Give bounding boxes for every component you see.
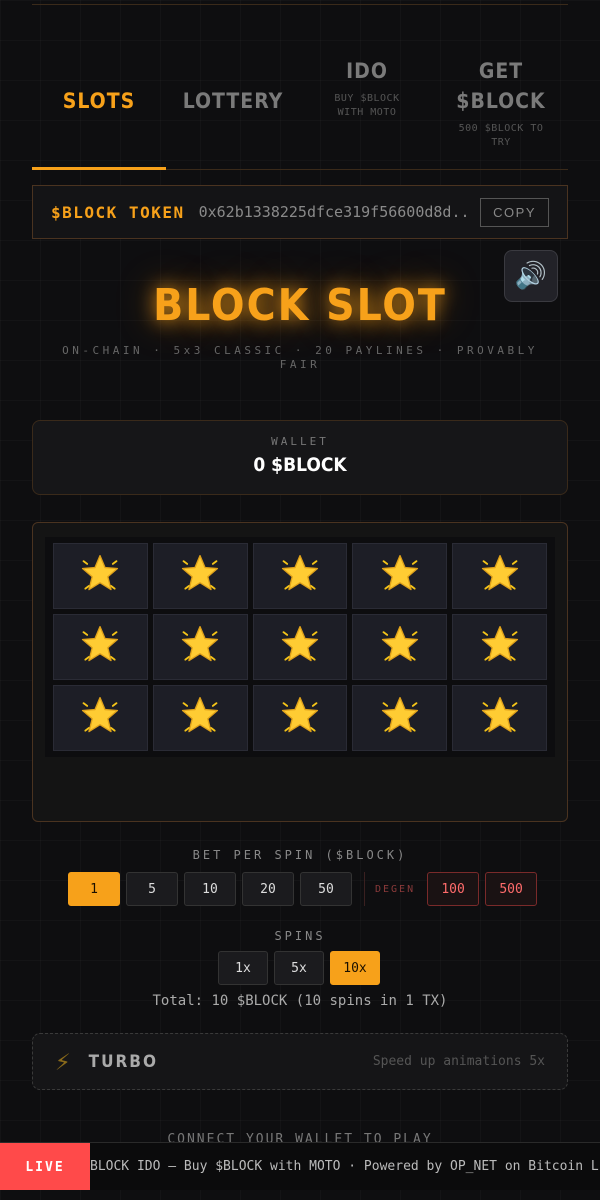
ticker-text: BLOCK IDO — Buy $BLOCK with MOTO · Power… (90, 1159, 600, 1174)
main-tabs: SLOTS LOTTERY IDO BUY $BLOCK WITH MOTO G… (32, 56, 568, 170)
star-icon (178, 623, 222, 671)
tab-lottery-label: LOTTERY (182, 89, 284, 113)
bet-option-100[interactable]: 100 (427, 872, 480, 906)
tab-get-block[interactable]: GET $BLOCK 500 $BLOCK TO TRY (434, 56, 568, 169)
tab-slots[interactable]: SLOTS (32, 56, 166, 170)
tab-slots-label: SLOTS (62, 89, 136, 113)
tab-ido[interactable]: IDO BUY $BLOCK WITH MOTO (300, 56, 434, 169)
turbo-label: TURBO (88, 1051, 158, 1072)
copy-address-button[interactable]: COPY (480, 197, 549, 227)
reel-grid (45, 537, 555, 757)
star-icon (178, 694, 222, 742)
spins-option-10x[interactable]: 10x (330, 951, 380, 985)
bet-option-50[interactable]: 50 (300, 872, 352, 906)
turbo-toggle[interactable]: ⚡ TURBO Speed up animations 5x (32, 1033, 568, 1090)
bet-option-10[interactable]: 10 (184, 872, 236, 906)
star-icon (378, 694, 422, 742)
reel-cell (252, 614, 348, 680)
degen-label: DEGEN (375, 883, 416, 895)
bet-divider (364, 872, 365, 906)
slot-machine (32, 522, 568, 822)
spin-total: Total: 10 $BLOCK (10 spins in 1 TX) (152, 993, 448, 1009)
reel-cell (452, 685, 547, 751)
spins-selector: 1x 5x 10x (218, 951, 386, 985)
bet-option-20[interactable]: 20 (242, 872, 294, 906)
token-label: $BLOCK TOKEN (51, 202, 185, 222)
tab-get-block-sub: 500 $BLOCK TO TRY (458, 123, 544, 148)
bet-label: BET PER SPIN ($BLOCK) (192, 848, 408, 862)
reel-cell (53, 543, 148, 609)
reel-cell (53, 614, 148, 680)
spins-option-1x[interactable]: 1x (218, 951, 268, 985)
star-icon (478, 552, 522, 600)
star-icon (78, 694, 122, 742)
tab-get-block-label: GET $BLOCK (456, 59, 546, 113)
spins-label: SPINS (274, 929, 326, 943)
reel-cell (352, 543, 448, 609)
star-icon (78, 552, 122, 600)
star-icon (378, 552, 422, 600)
reel-cell (152, 614, 248, 680)
tab-lottery[interactable]: LOTTERY (166, 56, 300, 169)
star-icon (278, 623, 322, 671)
tab-ido-label: IDO (346, 59, 388, 83)
token-info-bar: $BLOCK TOKEN 0x62b1338225dfce319f56600d8… (32, 185, 568, 239)
page-subtitle: ON-CHAIN · 5x3 CLASSIC · 20 PAYLINES · P… (62, 344, 538, 371)
active-tab-indicator (32, 167, 166, 170)
star-icon (478, 623, 522, 671)
star-icon (478, 694, 522, 742)
bet-option-5[interactable]: 5 (126, 872, 178, 906)
live-badge: LIVE (0, 1143, 90, 1190)
reel-cell (252, 543, 348, 609)
reel-cell (352, 685, 448, 751)
top-divider (32, 4, 568, 5)
reel-cell (53, 685, 148, 751)
bet-selector: 1 5 10 20 50 DEGEN 100 500 (68, 872, 543, 906)
wallet-label: WALLET (271, 435, 329, 448)
tab-ido-sub: BUY $BLOCK WITH MOTO (334, 93, 400, 118)
lightning-icon: ⚡ (55, 1046, 71, 1077)
news-ticker: LIVE BLOCK IDO — Buy $BLOCK with MOTO · … (0, 1142, 600, 1190)
star-icon (78, 623, 122, 671)
star-icon (178, 552, 222, 600)
page-title: BLOCK SLOT (153, 280, 447, 331)
reel-cell (352, 614, 448, 680)
star-icon (278, 694, 322, 742)
star-icon (278, 552, 322, 600)
wallet-balance-card: WALLET 0 $BLOCK (32, 420, 568, 495)
star-icon (378, 623, 422, 671)
reel-cell (252, 685, 348, 751)
bet-option-1[interactable]: 1 (68, 872, 120, 906)
token-address: 0x62b1338225dfce319f56600d8d... (198, 203, 471, 221)
reel-cell (452, 543, 547, 609)
turbo-description: Speed up animations 5x (372, 1054, 545, 1069)
bet-option-500[interactable]: 500 (485, 872, 538, 906)
reel-cell (152, 685, 248, 751)
reel-cell (452, 614, 547, 680)
wallet-balance: 0 $BLOCK (253, 454, 347, 476)
reel-cell (152, 543, 248, 609)
spins-option-5x[interactable]: 5x (274, 951, 324, 985)
